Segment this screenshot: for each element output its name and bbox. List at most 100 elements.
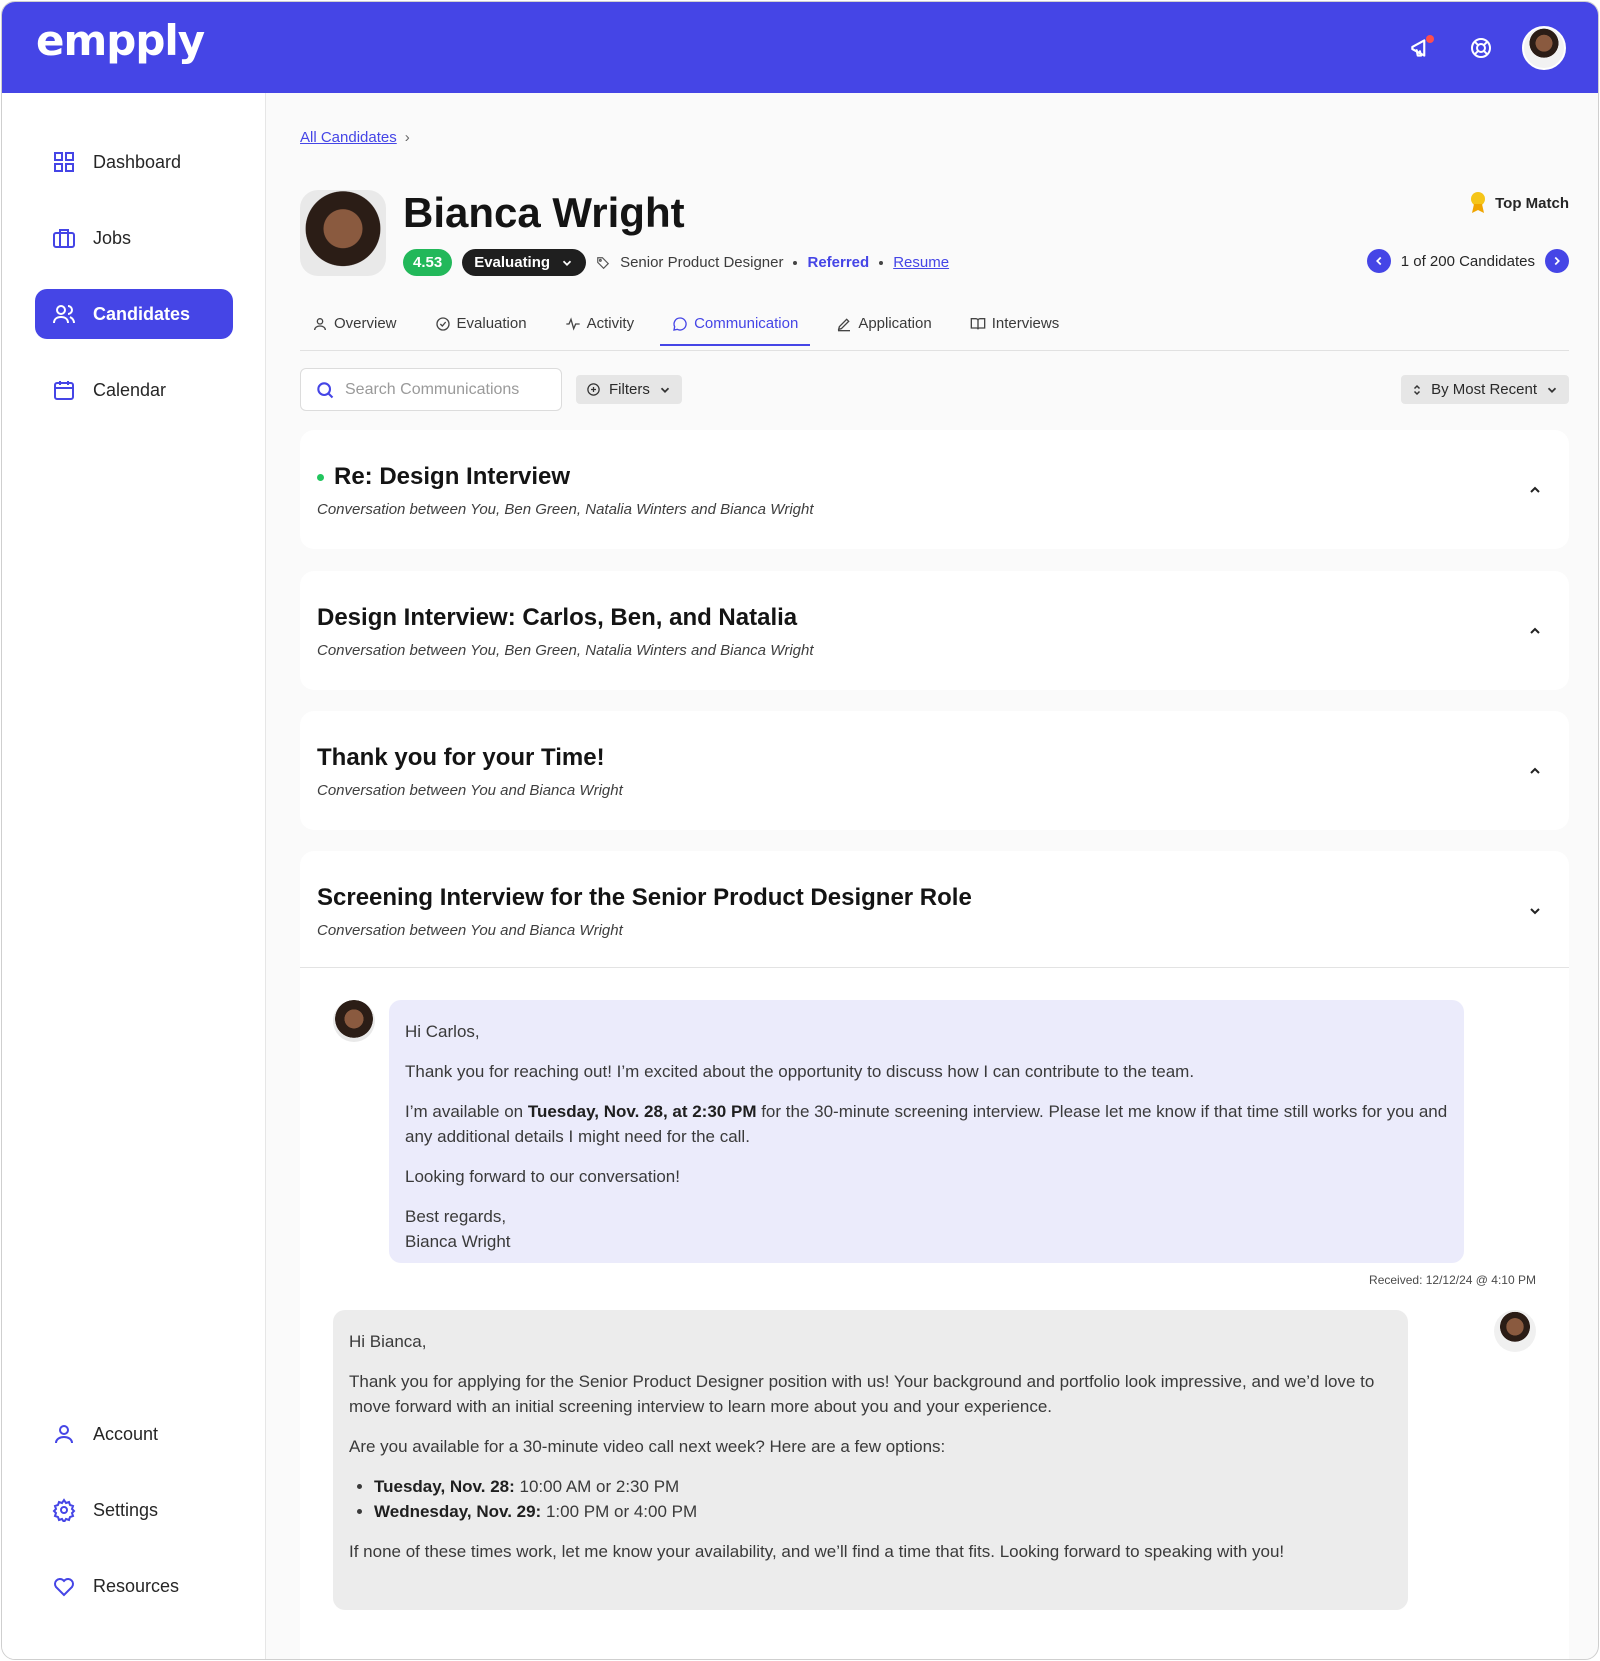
option-times: 10:00 AM or 2:30 PM [514, 1477, 680, 1496]
logo[interactable]: empply [36, 16, 205, 65]
message-greeting: Hi Bianca, [349, 1332, 427, 1351]
tab-application[interactable]: Application [824, 311, 943, 344]
message-paragraph: Thank you for reaching out! I’m excited … [405, 1062, 1195, 1081]
book-icon [970, 317, 986, 329]
tab-overview[interactable]: Overview [300, 311, 409, 344]
conversation-header: Re: Design Interview Conversation betwee… [317, 463, 814, 518]
conversation-header: Design Interview: Carlos, Ben, and Natal… [317, 604, 814, 659]
search-box [300, 368, 562, 411]
filters-button[interactable]: Filters [576, 375, 682, 404]
plus-circle-icon [587, 383, 600, 396]
sort-dropdown[interactable]: By Most Recent [1401, 375, 1569, 404]
tab-communication[interactable]: Communication [660, 311, 811, 346]
time-options-list: Tuesday, Nov. 28: 10:00 AM or 2:30 PM We… [374, 1474, 1392, 1524]
list-item: Wednesday, Nov. 29: 1:00 PM or 4:00 PM [374, 1499, 1392, 1524]
list-item: Tuesday, Nov. 28: 10:00 AM or 2:30 PM [374, 1474, 1392, 1499]
candidate-source: Referred [807, 254, 870, 271]
briefcase-icon [53, 229, 75, 248]
pencil-icon [838, 317, 851, 331]
megaphone-icon[interactable] [1402, 29, 1440, 67]
candidate-meta: 4.53 Evaluating Senior Product Designer … [403, 249, 949, 276]
gear-icon [52, 1498, 76, 1522]
top-bar: empply [2, 2, 1598, 93]
user-icon [55, 1425, 73, 1444]
top-actions [1402, 26, 1566, 70]
separator-dot [793, 260, 798, 265]
message-signature: Bianca Wright [405, 1232, 511, 1251]
tab-label: Activity [586, 315, 635, 332]
conversation-card[interactable]: Thank you for your Time! Conversation be… [300, 711, 1569, 830]
message-paragraph: If none of these times work, let me know… [349, 1542, 1285, 1561]
breadcrumb-all-candidates[interactable]: All Candidates [300, 129, 397, 146]
candidate-name: Bianca Wright [403, 189, 685, 236]
chevron-down-icon [562, 260, 572, 266]
text: I’m available on [405, 1102, 528, 1121]
sidebar-item-settings[interactable]: Settings [35, 1485, 233, 1535]
conversation-participants: Conversation between You, Ben Green, Nat… [317, 642, 814, 659]
filters-label: Filters [609, 381, 650, 398]
help-icon[interactable] [1462, 29, 1500, 67]
conversation-card[interactable]: Re: Design Interview Conversation betwee… [300, 430, 1569, 549]
user-avatar[interactable] [1522, 26, 1566, 70]
search-input[interactable] [345, 380, 545, 399]
sort-label: By Most Recent [1431, 381, 1537, 398]
sidebar-item-account[interactable]: Account [35, 1409, 233, 1459]
tab-label: Communication [694, 315, 799, 332]
bold-text: Tuesday, Nov. 28, at 2:30 PM [527, 1102, 757, 1121]
sort-icon [1414, 384, 1421, 395]
conversation-title: Design Interview: Carlos, Ben, and Natal… [317, 604, 798, 631]
chevron-down-icon [660, 387, 669, 393]
sidebar-item-label: Candidates [93, 303, 191, 324]
message-paragraph: Thank you for applying for the Senior Pr… [349, 1372, 1375, 1416]
candidate-role: Senior Product Designer [620, 254, 784, 271]
recruiter-avatar [1494, 1310, 1536, 1352]
sidebar-item-resources[interactable]: Resources [35, 1561, 233, 1611]
candidate-avatar [300, 190, 386, 276]
chevron-up-icon[interactable] [1525, 480, 1545, 500]
sidebar: Dashboard Jobs Candidates Calendar Accou… [2, 93, 266, 1659]
conversation-header[interactable]: Screening Interview for the Senior Produ… [317, 884, 972, 939]
conversation-card[interactable]: Design Interview: Carlos, Ben, and Natal… [300, 571, 1569, 690]
chevron-up-icon[interactable] [1525, 761, 1545, 781]
tab-activity[interactable]: Activity [553, 311, 647, 344]
prev-candidate-button[interactable] [1366, 249, 1391, 273]
notification-dot [1426, 35, 1434, 43]
resume-link[interactable]: Resume [893, 254, 949, 271]
candidate-tabs: Overview Evaluation Activity Communicati… [300, 311, 1569, 351]
score-badge: 4.53 [403, 249, 453, 276]
sidebar-item-dashboard[interactable]: Dashboard [35, 137, 233, 187]
sidebar-item-label: Dashboard [93, 151, 182, 172]
breadcrumb: All Candidates › [300, 129, 410, 146]
next-candidate-button[interactable] [1545, 249, 1569, 273]
chevron-down-icon[interactable] [1525, 901, 1545, 921]
sidebar-item-label: Jobs [93, 227, 132, 248]
option-times: 1:00 PM or 4:00 PM [541, 1502, 698, 1521]
tab-evaluation[interactable]: Evaluation [423, 311, 539, 344]
sidebar-item-candidates[interactable]: Candidates [35, 289, 233, 339]
sidebar-item-calendar[interactable]: Calendar [35, 365, 233, 415]
top-match-label: Top Match [1495, 194, 1569, 212]
main-content: All Candidates › Bianca Wright 4.53 Eval… [266, 93, 1598, 1659]
tab-interviews[interactable]: Interviews [958, 311, 1072, 344]
chat-icon [673, 316, 687, 331]
tab-label: Application [858, 315, 932, 332]
message-signoff: Best regards, [405, 1207, 507, 1226]
conversation-title: Thank you for your Time! [317, 744, 605, 771]
sidebar-item-label: Resources [93, 1575, 180, 1596]
chevron-left-icon [1375, 256, 1382, 266]
received-timestamp: Received: 12/12/24 @ 4:10 PM [1369, 1273, 1536, 1287]
tab-label: Evaluation [456, 315, 527, 332]
chevron-up-icon[interactable] [1525, 621, 1545, 641]
sidebar-item-label: Account [93, 1423, 159, 1444]
conversation-participants: Conversation between You and Bianca Wrig… [317, 922, 623, 939]
conversation-participants: Conversation between You and Bianca Wrig… [317, 782, 623, 799]
chevron-right-icon [1554, 256, 1560, 266]
sidebar-item-jobs[interactable]: Jobs [35, 213, 233, 263]
tag-icon [597, 256, 610, 269]
activity-icon [565, 316, 580, 331]
dashboard-icon [54, 152, 74, 172]
sender-avatar [333, 1000, 375, 1042]
status-dropdown[interactable]: Evaluating [462, 249, 587, 276]
message-outgoing: Hi Bianca, Thank you for applying for th… [333, 1310, 1408, 1610]
tab-label: Interviews [991, 315, 1060, 332]
